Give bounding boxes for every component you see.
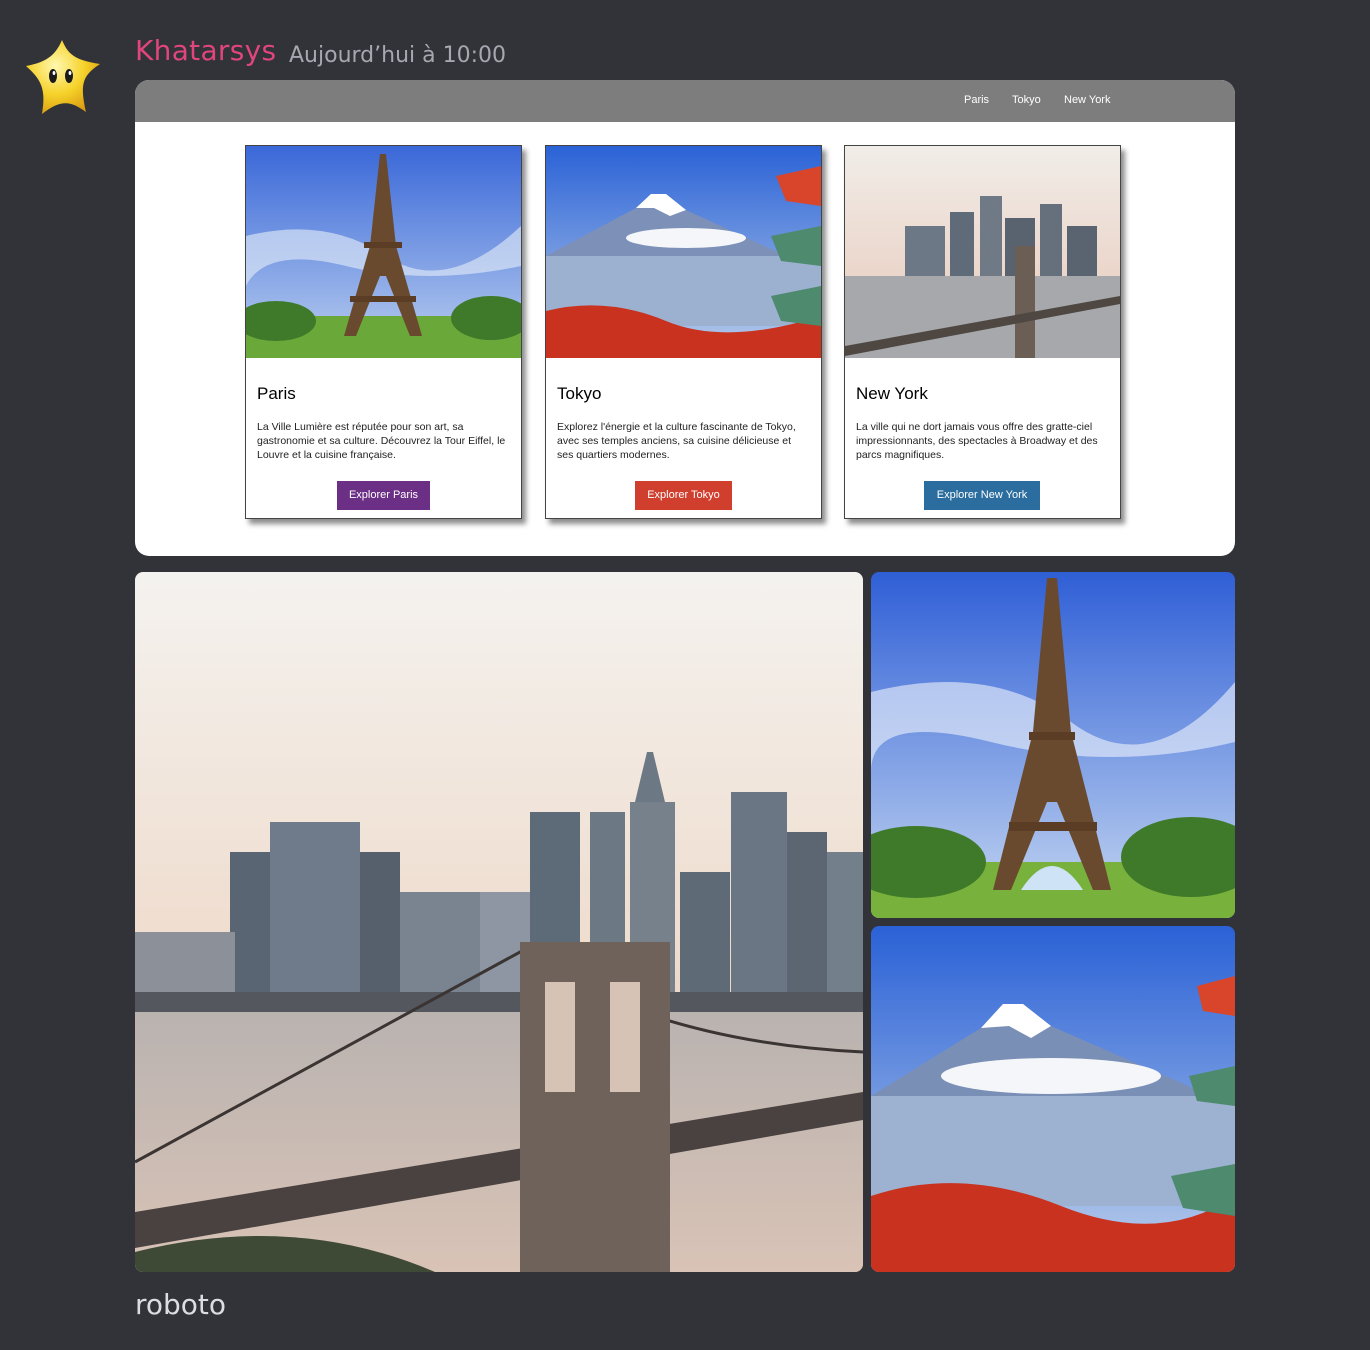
card-description: Explorez l'énergie et la culture fascina… — [557, 421, 796, 461]
avatar[interactable] — [22, 36, 104, 118]
card-title: Tokyo — [557, 384, 602, 403]
card-tokyo: Tokyo Explorez l'énergie et la culture f… — [545, 145, 822, 519]
nav-link-tokyo: Tokyo — [1012, 94, 1041, 106]
explore-new-york-button: Explorer New York — [924, 481, 1040, 510]
discord-chat-view: Khatarsys Aujourd’hui à 10:00 Paris Toky… — [0, 0, 1370, 1350]
card-title: New York — [856, 384, 928, 403]
eiffel-tower-photo[interactable] — [871, 572, 1235, 918]
card-title: Paris — [257, 384, 296, 403]
nav-link-new-york: New York — [1064, 94, 1111, 106]
card-description: La Ville Lumière est réputée pour son ar… — [257, 421, 506, 461]
new-york-bridge-photo[interactable] — [135, 572, 863, 1272]
card-paris: Paris La Ville Lumière est réputée pour … — [245, 145, 522, 519]
mount-fuji-pagoda-photo[interactable] — [871, 926, 1235, 1272]
new-york-image — [845, 146, 1120, 358]
nav-link-paris: Paris — [964, 94, 990, 106]
card-new-york: New York La ville qui ne dort jamais vou… — [844, 145, 1121, 519]
eiffel-tower-image — [246, 146, 521, 358]
message-timestamp[interactable]: Aujourd’hui à 10:00 — [289, 43, 506, 68]
explore-tokyo-button: Explorer Tokyo — [635, 481, 732, 510]
message-content: roboto — [135, 1288, 227, 1321]
mount-fuji-image — [546, 146, 821, 358]
explore-paris-button: Explorer Paris — [337, 481, 430, 510]
card-description: La ville qui ne dort jamais vous offre d… — [856, 421, 1098, 461]
attachment-screenshot[interactable]: Paris Tokyo New York Paris La Ville Lumi… — [135, 80, 1235, 556]
embedded-navbar: Paris Tokyo New York — [135, 80, 1235, 122]
author-name[interactable]: Khatarsys — [135, 34, 276, 67]
